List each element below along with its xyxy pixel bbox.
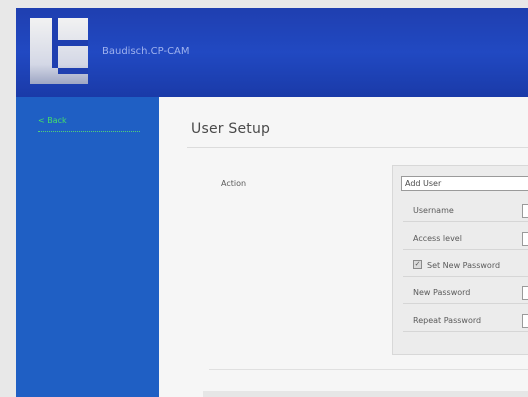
brand-name: Baudisch.CP-CAM xyxy=(102,46,190,57)
repeat-password-input[interactable] xyxy=(522,314,528,328)
username-label: Username xyxy=(413,206,454,215)
username-input[interactable] xyxy=(522,204,528,218)
access-level-label: Access level xyxy=(413,234,462,243)
footer-bar xyxy=(203,391,528,397)
set-password-checkbox[interactable]: ✓ xyxy=(413,260,422,269)
sidebar: < Back xyxy=(16,97,159,397)
set-password-row: ✓ Set New Password xyxy=(403,256,528,277)
company-logo xyxy=(30,18,88,84)
divider xyxy=(209,369,528,370)
username-row: Username xyxy=(403,201,528,222)
access-level-select[interactable] xyxy=(522,232,528,246)
page-title: User Setup xyxy=(191,121,271,137)
back-link[interactable]: < Back xyxy=(38,116,140,132)
app-window: Baudisch.CP-CAM < Back User Setup Action… xyxy=(16,8,528,397)
new-password-label: New Password xyxy=(413,288,471,297)
set-password-label: Set New Password xyxy=(427,261,501,270)
header-bar: Baudisch.CP-CAM xyxy=(16,8,528,97)
repeat-password-label: Repeat Password xyxy=(413,316,482,325)
main-content: User Setup Action Add User Username Acce… xyxy=(159,97,528,397)
repeat-password-row: Repeat Password xyxy=(403,311,528,332)
access-level-row: Access level xyxy=(403,229,528,250)
new-password-input[interactable] xyxy=(522,286,528,300)
divider xyxy=(187,147,528,148)
action-label: Action xyxy=(221,179,247,188)
action-select[interactable]: Add User xyxy=(401,176,528,191)
new-password-row: New Password xyxy=(403,283,528,304)
user-form-panel: Add User Username Access level ✓ Set New… xyxy=(392,165,528,355)
